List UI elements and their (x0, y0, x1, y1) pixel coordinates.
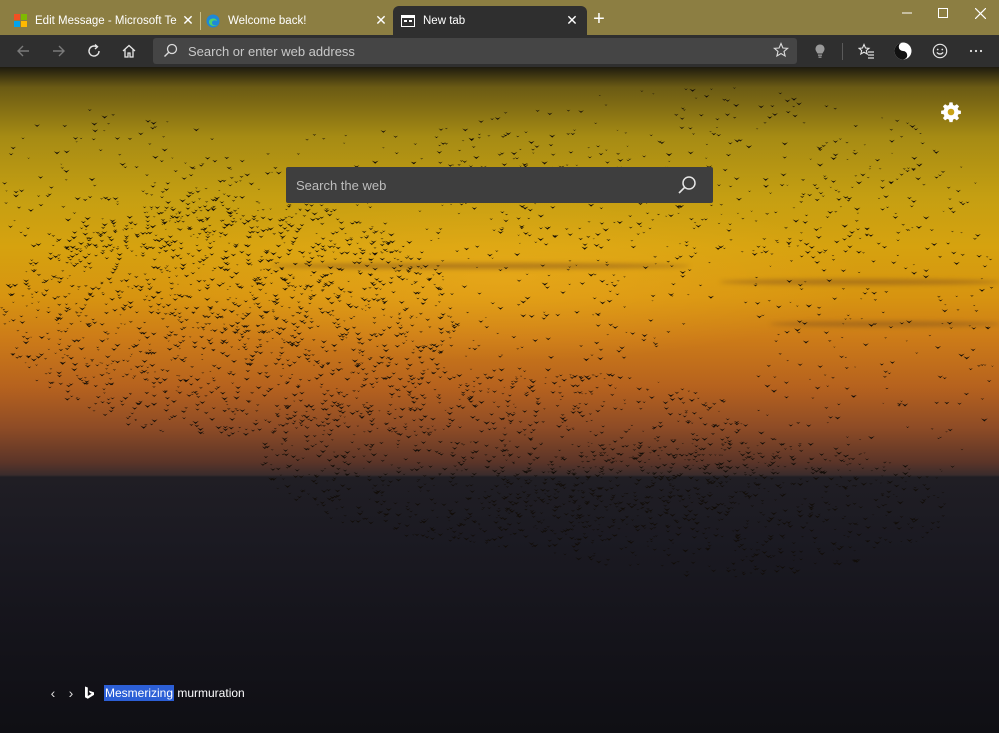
home-button[interactable] (117, 39, 141, 63)
feedback-button[interactable] (928, 39, 952, 63)
search-icon[interactable] (677, 175, 697, 200)
edge-logo-icon (206, 14, 220, 28)
web-search-box[interactable]: Search the web (286, 167, 713, 203)
previous-image-button[interactable]: ‹ (44, 685, 62, 701)
new-tab-button[interactable]: + (590, 8, 608, 30)
refresh-button[interactable] (82, 39, 106, 63)
refresh-icon (88, 43, 100, 57)
smiley-icon (932, 43, 948, 59)
caption-text[interactable]: murmuration (174, 686, 244, 700)
more-dots-icon (969, 49, 983, 53)
gear-icon (941, 102, 961, 123)
extension-button[interactable] (808, 39, 832, 63)
close-tab-icon[interactable]: ✕ (374, 12, 388, 29)
back-button[interactable] (11, 39, 35, 63)
tab-label: Welcome back! (228, 14, 307, 27)
bing-logo-icon (84, 686, 98, 700)
newtab-page-icon (401, 14, 415, 28)
address-input[interactable]: Search or enter web address (188, 44, 355, 59)
yin-yang-avatar-icon (894, 42, 912, 60)
forward-button[interactable] (47, 39, 71, 63)
title-bar: Edit Message - Microsoft Tech C ✕ Welcom… (0, 0, 999, 35)
tab-new-tab[interactable]: New tab ✕ (393, 6, 587, 35)
search-icon (163, 43, 178, 63)
tab-label: Edit Message - Microsoft Tech C (35, 14, 177, 27)
toolbar-divider (842, 43, 843, 60)
home-icon (122, 44, 136, 58)
page-settings-button[interactable] (940, 101, 962, 123)
profile-button[interactable] (891, 39, 915, 63)
close-window-button[interactable] (961, 0, 999, 26)
web-search-input[interactable]: Search the web (296, 178, 386, 193)
tab-label: New tab (423, 14, 466, 27)
favorites-button[interactable] (854, 39, 878, 63)
tab-edit-message[interactable]: Edit Message - Microsoft Tech C ✕ (13, 6, 195, 35)
minimize-button[interactable] (888, 0, 926, 26)
maximize-button[interactable] (924, 0, 962, 26)
lightbulb-icon (815, 44, 825, 58)
caption-selected-text[interactable]: Mesmerizing (104, 685, 175, 701)
image-caption: ‹ › Mesmerizing murmuration (44, 684, 245, 702)
back-arrow-icon (17, 45, 29, 57)
browser-toolbar: Search or enter web address (0, 35, 999, 67)
settings-more-button[interactable] (964, 39, 988, 63)
next-image-button[interactable]: › (62, 685, 80, 701)
close-icon (974, 7, 986, 19)
minimize-icon (902, 12, 912, 14)
microsoft-logo-icon (13, 14, 27, 28)
forward-arrow-icon (53, 45, 65, 57)
tab-welcome-back[interactable]: Welcome back! ✕ (206, 6, 388, 35)
favorite-star-icon[interactable] (773, 42, 789, 63)
maximize-icon (938, 8, 948, 18)
tab-divider (200, 12, 201, 30)
address-bar[interactable]: Search or enter web address (153, 38, 797, 64)
new-tab-page: Search the web ‹ › Mesmerizing murmurati… (0, 67, 999, 733)
close-tab-icon[interactable]: ✕ (181, 12, 195, 29)
favorites-list-icon (857, 43, 874, 59)
close-tab-icon[interactable]: ✕ (565, 12, 579, 29)
